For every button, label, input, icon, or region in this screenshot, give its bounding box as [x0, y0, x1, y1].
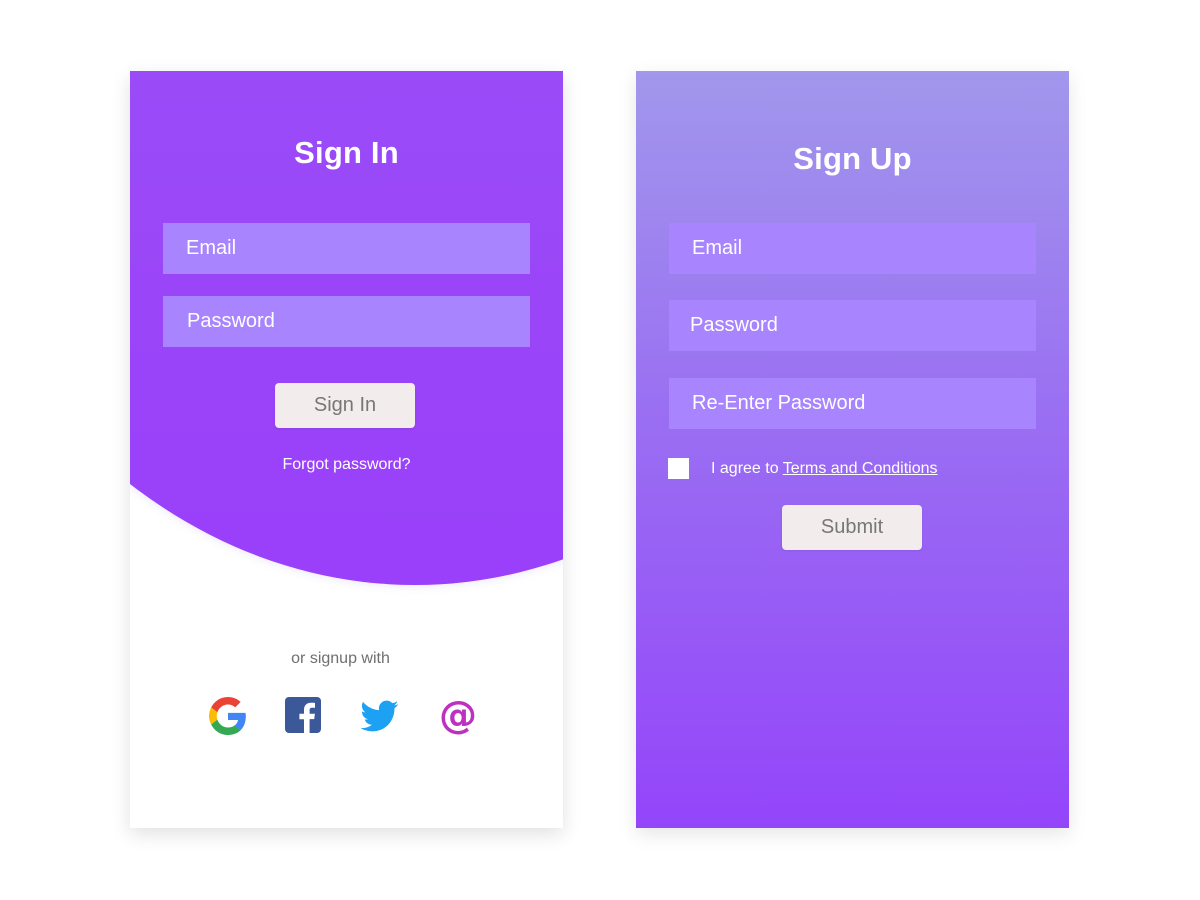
agree-text: I agree to Terms and Conditions: [711, 460, 938, 478]
agree-prefix: I agree to: [711, 460, 783, 477]
signup-password-field[interactable]: Password: [669, 300, 1036, 351]
signin-password-field[interactable]: Password: [163, 296, 530, 347]
signin-email-field[interactable]: Email: [163, 223, 530, 274]
google-icon[interactable]: [209, 697, 247, 735]
or-signup-label: or signup with: [291, 650, 390, 667]
signin-card: Sign In Email Password Sign In Forgot pa…: [130, 71, 563, 828]
signup-reenter-password-field[interactable]: Re-Enter Password: [669, 378, 1036, 429]
signup-email-field[interactable]: Email: [669, 223, 1036, 274]
svg-text:@: @: [439, 697, 477, 735]
terms-link[interactable]: Terms and Conditions: [783, 460, 938, 477]
signup-card: Sign Up Email Password Re-Enter Password…: [636, 71, 1069, 828]
terms-checkbox[interactable]: [668, 458, 689, 479]
signin-title: Sign In: [294, 135, 399, 170]
twitter-icon[interactable]: [360, 697, 399, 735]
signup-title: Sign Up: [793, 141, 912, 176]
facebook-icon[interactable]: [285, 697, 323, 735]
signin-button[interactable]: Sign In: [275, 383, 415, 428]
forgot-password-link[interactable]: Forgot password?: [130, 456, 563, 474]
submit-button[interactable]: Submit: [782, 505, 922, 550]
at-sign-icon[interactable]: @: [439, 693, 477, 737]
